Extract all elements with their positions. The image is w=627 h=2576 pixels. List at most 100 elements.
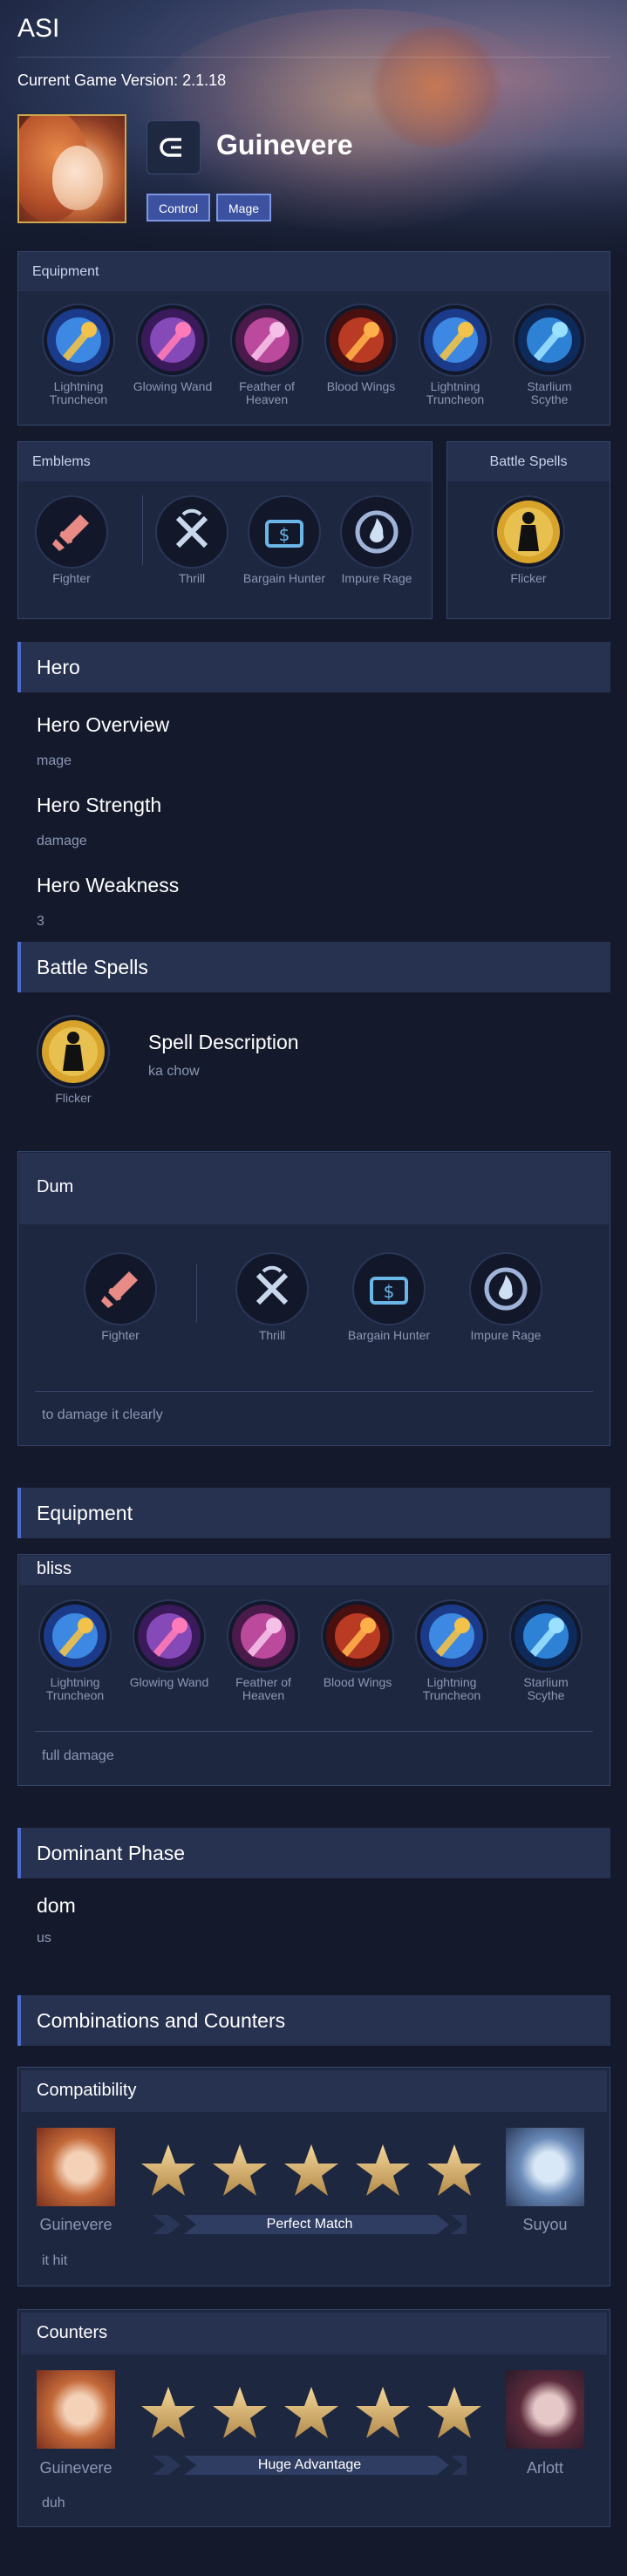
- star-icon: [140, 2384, 197, 2446]
- spell-section-flicker-icon: [37, 1015, 110, 1088]
- emblem-talent-impure-rage[interactable]: Impure Rage: [335, 495, 419, 585]
- emblem-main-fighter-label: Fighter: [52, 571, 91, 585]
- compatibility-note: it hit: [42, 2253, 68, 2268]
- equipment-item-lightning-truncheon-icon: [419, 303, 492, 377]
- counters-title: Counters: [21, 2313, 607, 2355]
- build-item-lightning-truncheon-label: Lightning Truncheon: [45, 1675, 105, 1702]
- dominant-phase-label: dom: [37, 1894, 76, 1917]
- build-item-starlium-scythe-label: Starlium Scythe: [523, 1675, 569, 1702]
- build-talent-impure-rage-label: Impure Rage: [470, 1328, 542, 1342]
- equipment-build-divider: [35, 1731, 593, 1732]
- equipment-item-blood-wings[interactable]: Blood Wings: [319, 303, 403, 393]
- emblem-talent-thrill[interactable]: Thrill: [150, 495, 234, 585]
- build-talent-thrill-icon: [235, 1252, 309, 1325]
- build-item-feather-of-heaven-label: Feather of Heaven: [235, 1675, 291, 1702]
- counters-partner-name: Arlott: [526, 2459, 563, 2477]
- equipment-item-lightning-truncheon[interactable]: Lightning Truncheon: [413, 303, 497, 406]
- star-icon: [211, 2384, 269, 2446]
- emblem-talent-impure-rage-icon: [340, 495, 413, 569]
- equipment-item-glowing-wand-icon: [136, 303, 209, 377]
- emblem-talent-thrill-icon: [155, 495, 228, 569]
- hero-name: Guinevere: [216, 129, 353, 160]
- equipment-build-note: full damage: [42, 1748, 114, 1763]
- build-item-glowing-wand[interactable]: Glowing Wand: [127, 1599, 211, 1689]
- app-title: ASI: [17, 14, 60, 43]
- emblem-talent-bargain-hunter-label: Bargain Hunter: [242, 571, 326, 585]
- battle-spell-flicker[interactable]: Flicker: [487, 495, 570, 585]
- dominant-phase-value: us: [37, 1931, 51, 1946]
- emblem-talent-bargain-hunter-icon: $: [248, 495, 321, 569]
- build-item-lightning-truncheon-icon: [415, 1599, 488, 1673]
- emblem-build-divider: [35, 1391, 593, 1392]
- equipment-item-blood-wings-label: Blood Wings: [326, 379, 396, 393]
- build-talent-bargain-hunter[interactable]: $ Bargain Hunter: [347, 1252, 431, 1342]
- spell-section-flicker[interactable]: Flicker: [31, 1015, 115, 1105]
- equipment-item-feather-of-heaven[interactable]: Feather of Heaven: [225, 303, 309, 406]
- build-item-feather-of-heaven-icon: [227, 1599, 300, 1673]
- spell-description-value: ka chow: [148, 1064, 200, 1079]
- build-item-lightning-truncheon-icon: [38, 1599, 112, 1673]
- equipment-item-blood-wings-icon: [324, 303, 398, 377]
- build-item-glowing-wand-label: Glowing Wand: [129, 1675, 209, 1689]
- battle-spells-section-title: Battle Spells: [17, 942, 610, 992]
- dominant-phase-title: Dominant Phase: [17, 1828, 610, 1878]
- build-item-blood-wings[interactable]: Blood Wings: [316, 1599, 399, 1689]
- hero-portrait: [17, 114, 126, 223]
- equipment-item-lightning-truncheon-label: Lightning Truncheon: [426, 379, 485, 406]
- emblem-separator: [142, 495, 143, 565]
- build-talent-impure-rage-icon: [469, 1252, 542, 1325]
- emblem-talent-bargain-hunter[interactable]: $ Bargain Hunter: [242, 495, 326, 585]
- tag-control: Control: [147, 194, 211, 221]
- spell-section-flicker-label: Flicker: [55, 1091, 92, 1105]
- combos-section-title: Combinations and Counters: [17, 1995, 610, 2046]
- compatibility-title: Compatibility: [21, 2070, 607, 2112]
- emblem-main-fighter[interactable]: Fighter: [30, 495, 113, 585]
- build-item-lightning-truncheon[interactable]: Lightning Truncheon: [33, 1599, 117, 1702]
- build-talent-bargain-hunter-icon: $: [352, 1252, 426, 1325]
- build-item-lightning-truncheon[interactable]: Lightning Truncheon: [410, 1599, 494, 1702]
- hero-avatar-arlott: [506, 2370, 584, 2449]
- equipment-item-lightning-truncheon-icon: [42, 303, 115, 377]
- emblem-build-title: Dum: [19, 1153, 609, 1224]
- star-icon: [426, 2384, 483, 2446]
- star-icon: [211, 2142, 269, 2204]
- compatibility-stars: [140, 2142, 483, 2204]
- equipment-item-starlium-scythe[interactable]: Starlium Scythe: [508, 303, 591, 406]
- build-emblem-fighter-icon: [84, 1252, 157, 1325]
- header-divider: [17, 57, 610, 58]
- star-icon: [354, 2384, 412, 2446]
- hero-strength-value: damage: [37, 834, 87, 848]
- build-item-starlium-scythe-icon: [509, 1599, 583, 1673]
- build-talent-bargain-hunter-label: Bargain Hunter: [347, 1328, 431, 1342]
- build-talent-impure-rage[interactable]: Impure Rage: [464, 1252, 548, 1342]
- equipment-item-glowing-wand[interactable]: Glowing Wand: [131, 303, 215, 393]
- star-icon: [354, 2142, 412, 2204]
- equipment-item-lightning-truncheon[interactable]: Lightning Truncheon: [37, 303, 120, 406]
- build-emblem-fighter[interactable]: Fighter: [78, 1252, 162, 1342]
- equipment-item-feather-of-heaven-label: Feather of Heaven: [239, 379, 295, 406]
- build-item-lightning-truncheon-label: Lightning Truncheon: [422, 1675, 481, 1702]
- svg-text:$: $: [384, 1281, 395, 1302]
- star-icon: [283, 2142, 340, 2204]
- build-talent-thrill-label: Thrill: [258, 1328, 286, 1342]
- hero-avatar-guinevere: [37, 2128, 115, 2206]
- svg-text:$: $: [279, 524, 290, 545]
- build-emblem-fighter-label: Fighter: [101, 1328, 140, 1342]
- battle-spell-flicker-label: Flicker: [510, 571, 547, 585]
- compatibility-rating: Perfect Match: [266, 2217, 353, 2232]
- equipment-item-starlium-scythe-icon: [513, 303, 586, 377]
- equipment-section-title: Equipment: [17, 1488, 610, 1538]
- hero-weakness-label: Hero Weakness: [37, 874, 180, 896]
- emblem-build-note: to damage it clearly: [42, 1407, 163, 1422]
- emblems-panel-title: Emblems: [18, 442, 432, 481]
- equipment-item-lightning-truncheon-label: Lightning Truncheon: [49, 379, 108, 406]
- build-talent-thrill[interactable]: Thrill: [230, 1252, 314, 1342]
- game-version: Current Game Version: 2.1.18: [17, 72, 227, 89]
- build-item-feather-of-heaven[interactable]: Feather of Heaven: [221, 1599, 305, 1702]
- hero-avatar-suyou: [506, 2128, 584, 2206]
- mage-class-icon: [147, 120, 201, 174]
- battle-spell-flicker-icon: [492, 495, 565, 569]
- build-item-starlium-scythe[interactable]: Starlium Scythe: [504, 1599, 588, 1702]
- counters-rating: Huge Advantage: [257, 2457, 362, 2472]
- equipment-build-name: bliss: [19, 1556, 609, 1585]
